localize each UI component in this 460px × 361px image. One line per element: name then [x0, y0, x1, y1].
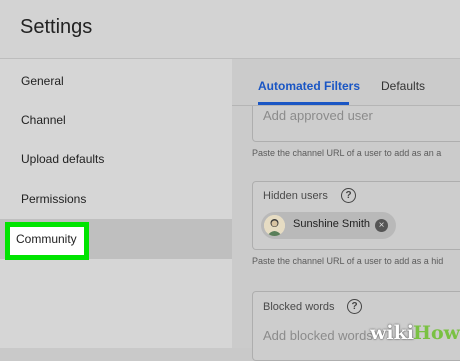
sidebar-item-channel[interactable]: Channel [0, 100, 232, 140]
hidden-users-help: Paste the channel URL of a user to add a… [252, 256, 444, 266]
help-icon[interactable]: ? [341, 188, 356, 203]
help-icon[interactable]: ? [347, 299, 362, 314]
sidebar-item-general[interactable]: General [0, 61, 232, 101]
sidebar-item-label: Community [16, 232, 77, 246]
sidebar-item-permissions[interactable]: Permissions [0, 179, 232, 219]
avatar [264, 215, 285, 236]
hidden-users-field[interactable]: Hidden users ? Sunshine Smith × [252, 181, 460, 250]
sidebar-item-upload-defaults[interactable]: Upload defaults [0, 139, 232, 179]
blocked-words-placeholder: Add blocked words [263, 328, 373, 343]
tab-defaults[interactable]: Defaults [381, 79, 425, 97]
settings-sidebar: General Channel Upload defaults Permissi… [0, 59, 232, 348]
dialog-header: Settings [0, 0, 460, 59]
hidden-user-chip: Sunshine Smith × [261, 212, 396, 239]
sidebar-item-community[interactable]: Community [0, 219, 232, 260]
wikihow-watermark-how: How [413, 322, 460, 344]
hidden-users-label: Hidden users [263, 190, 328, 202]
approved-user-help: Paste the channel URL of a user to add a… [252, 148, 442, 158]
chip-user-name: Sunshine Smith [293, 218, 371, 230]
main-content: Automated Filters Defaults Add approved … [232, 59, 460, 361]
wikihow-watermark: wiki [370, 322, 414, 344]
page-title: Settings [20, 16, 93, 38]
approved-user-placeholder: Add approved user [263, 108, 373, 123]
approved-user-field[interactable]: Add approved user [252, 106, 460, 142]
close-icon[interactable]: × [375, 219, 388, 232]
blocked-words-label: Blocked words [263, 301, 335, 313]
tab-automated-filters[interactable]: Automated Filters [258, 79, 360, 97]
